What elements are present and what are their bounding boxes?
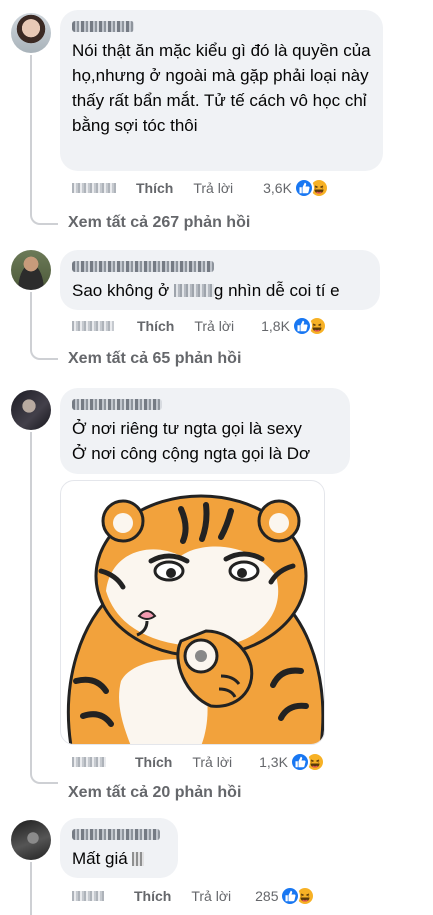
reply-button[interactable]: Trả lời <box>193 180 233 196</box>
reaction-icons[interactable] <box>293 178 330 198</box>
comment-timestamp-blurred[interactable] <box>72 321 114 331</box>
tiger-sticker-pointing-icon <box>67 494 324 744</box>
commenter-avatar[interactable] <box>11 390 51 430</box>
reply-button[interactable]: Trả lời <box>191 888 231 904</box>
comment-bubble: Ở nơi riêng tư ngta gọi là sexy Ở nơi cô… <box>60 388 350 474</box>
thread-connector <box>30 292 58 360</box>
comment-bubble: Mất giá <box>60 818 178 878</box>
commenter-avatar[interactable] <box>11 250 51 290</box>
tiger-sticker[interactable] <box>60 480 325 745</box>
commenter-avatar[interactable] <box>11 820 51 860</box>
comment-text: Nói thật ăn mặc kiểu gì đó là quyền của … <box>72 41 371 135</box>
comment-actions: Thích Trả lời 1,8K <box>72 316 352 336</box>
view-replies-link[interactable]: Xem tất cả 65 phản hồi <box>68 350 241 368</box>
redacted-text <box>173 284 214 297</box>
comment-timestamp-blurred[interactable] <box>72 891 104 901</box>
like-button[interactable]: Thích <box>135 754 172 770</box>
commenter-name-blurred[interactable] <box>72 826 166 842</box>
commenter-avatar[interactable] <box>11 13 51 53</box>
thumbs-up-icon <box>293 178 314 198</box>
like-button[interactable]: Thích <box>134 888 171 904</box>
comment-actions: Thích Trả lời 1,3K <box>72 752 352 772</box>
reaction-count[interactable]: 1,3K <box>259 754 288 770</box>
comment-text-line: Ở nơi riêng tư ngta gọi là sexy <box>72 419 302 438</box>
redacted-text <box>132 852 145 866</box>
reply-button[interactable]: Trả lời <box>192 754 232 770</box>
thread-connector <box>30 432 58 784</box>
reaction-icons[interactable] <box>291 316 328 336</box>
commenter-name-blurred[interactable] <box>72 258 368 274</box>
reaction-count[interactable]: 285 <box>255 888 278 904</box>
like-button[interactable]: Thích <box>137 318 174 334</box>
comment-timestamp-blurred[interactable] <box>72 183 116 193</box>
reaction-count[interactable]: 3,6K <box>263 180 292 196</box>
reaction-count[interactable]: 1,8K <box>261 318 290 334</box>
reaction-icons[interactable] <box>280 886 316 906</box>
comment-text-line: Ở nơi công cộng ngta gọi là Dơ <box>72 444 311 463</box>
commenter-name-blurred[interactable] <box>72 18 371 34</box>
comment-timestamp-blurred[interactable] <box>72 757 106 767</box>
reply-button[interactable]: Trả lời <box>194 318 234 334</box>
thumbs-up-icon <box>291 316 312 336</box>
comment-bubble: Sao không ở g nhìn dễ coi tí e <box>60 250 380 310</box>
thread-connector <box>30 862 32 915</box>
thumbs-up-icon <box>289 752 310 772</box>
like-button[interactable]: Thích <box>136 180 173 196</box>
thread-connector <box>30 55 58 225</box>
comment-actions: Thích Trả lời 285 <box>72 886 352 906</box>
view-replies-link[interactable]: Xem tất cả 20 phản hồi <box>68 784 241 802</box>
commenter-name-blurred[interactable] <box>72 396 338 412</box>
comment-bubble: Nói thật ăn mặc kiểu gì đó là quyền của … <box>60 10 383 171</box>
reaction-icons[interactable] <box>289 752 326 772</box>
comment-actions: Thích Trả lời 3,6K <box>72 178 352 198</box>
comment-text: Sao không ở g nhìn dễ coi tí e <box>72 281 340 300</box>
comment-text: Mất giá <box>72 846 166 871</box>
view-replies-link[interactable]: Xem tất cả 267 phản hồi <box>68 214 250 232</box>
